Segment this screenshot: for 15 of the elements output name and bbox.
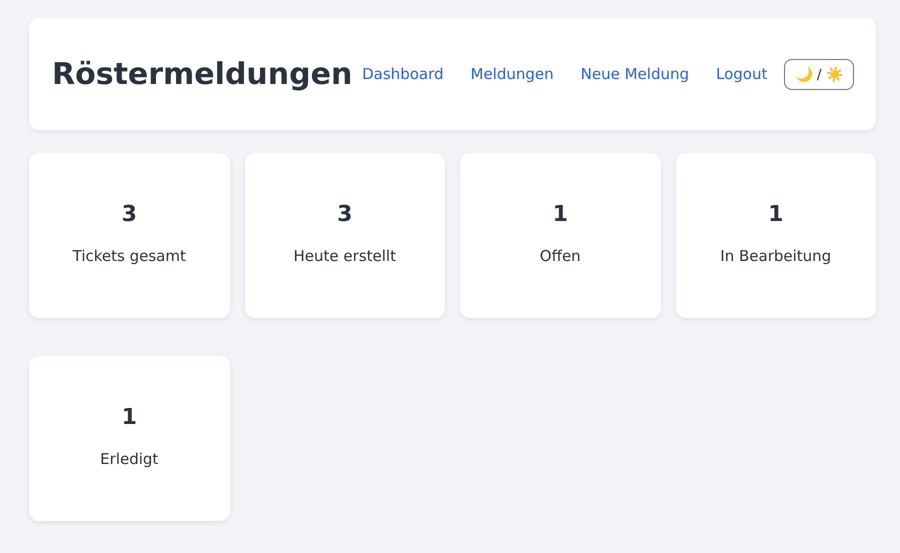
stat-label: Heute erstellt: [294, 246, 396, 264]
stat-value: 3: [122, 202, 137, 226]
stat-label: In Bearbeitung: [720, 246, 832, 264]
nav-link[interactable]: Meldungen: [470, 65, 554, 83]
stat-label: Erledigt: [100, 450, 158, 468]
nav-link[interactable]: Neue Meldung: [580, 65, 690, 83]
site-title: Röstermeldungen: [52, 56, 352, 92]
stat-value: 3: [337, 202, 352, 226]
stat-label: Offen: [540, 246, 581, 264]
nav-link[interactable]: Dashboard: [362, 65, 444, 83]
stat-label: Tickets gesamt: [72, 246, 186, 264]
stat-value: 1: [768, 202, 784, 226]
stat-value: 1: [552, 202, 568, 226]
stat-value: 1: [122, 404, 137, 430]
nav-link[interactable]: Logout: [716, 65, 768, 83]
